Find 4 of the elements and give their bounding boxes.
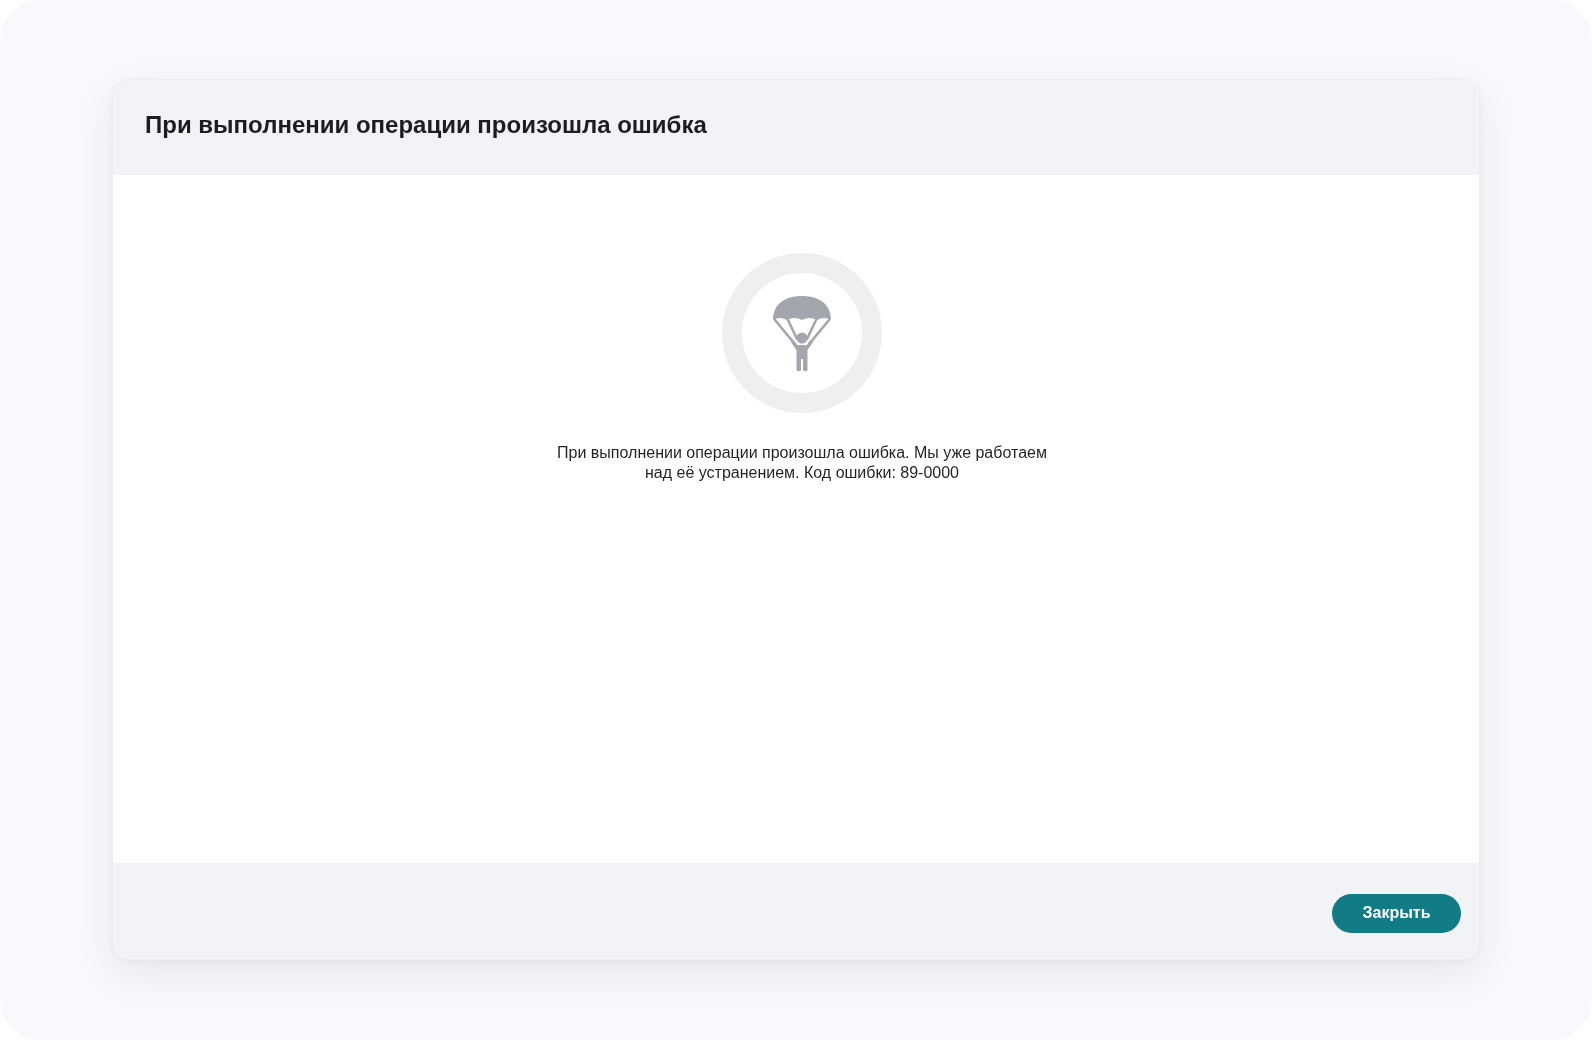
parachute-icon [722,253,882,413]
close-button[interactable]: Закрыть [1332,893,1461,933]
error-message: При выполнении операции произошла ошибка. Мы уже работаем над её устранением. Код ошибки: 89-0000 [556,443,1048,483]
dialog-title: При выполнении операции произошла ошибка [145,111,707,140]
